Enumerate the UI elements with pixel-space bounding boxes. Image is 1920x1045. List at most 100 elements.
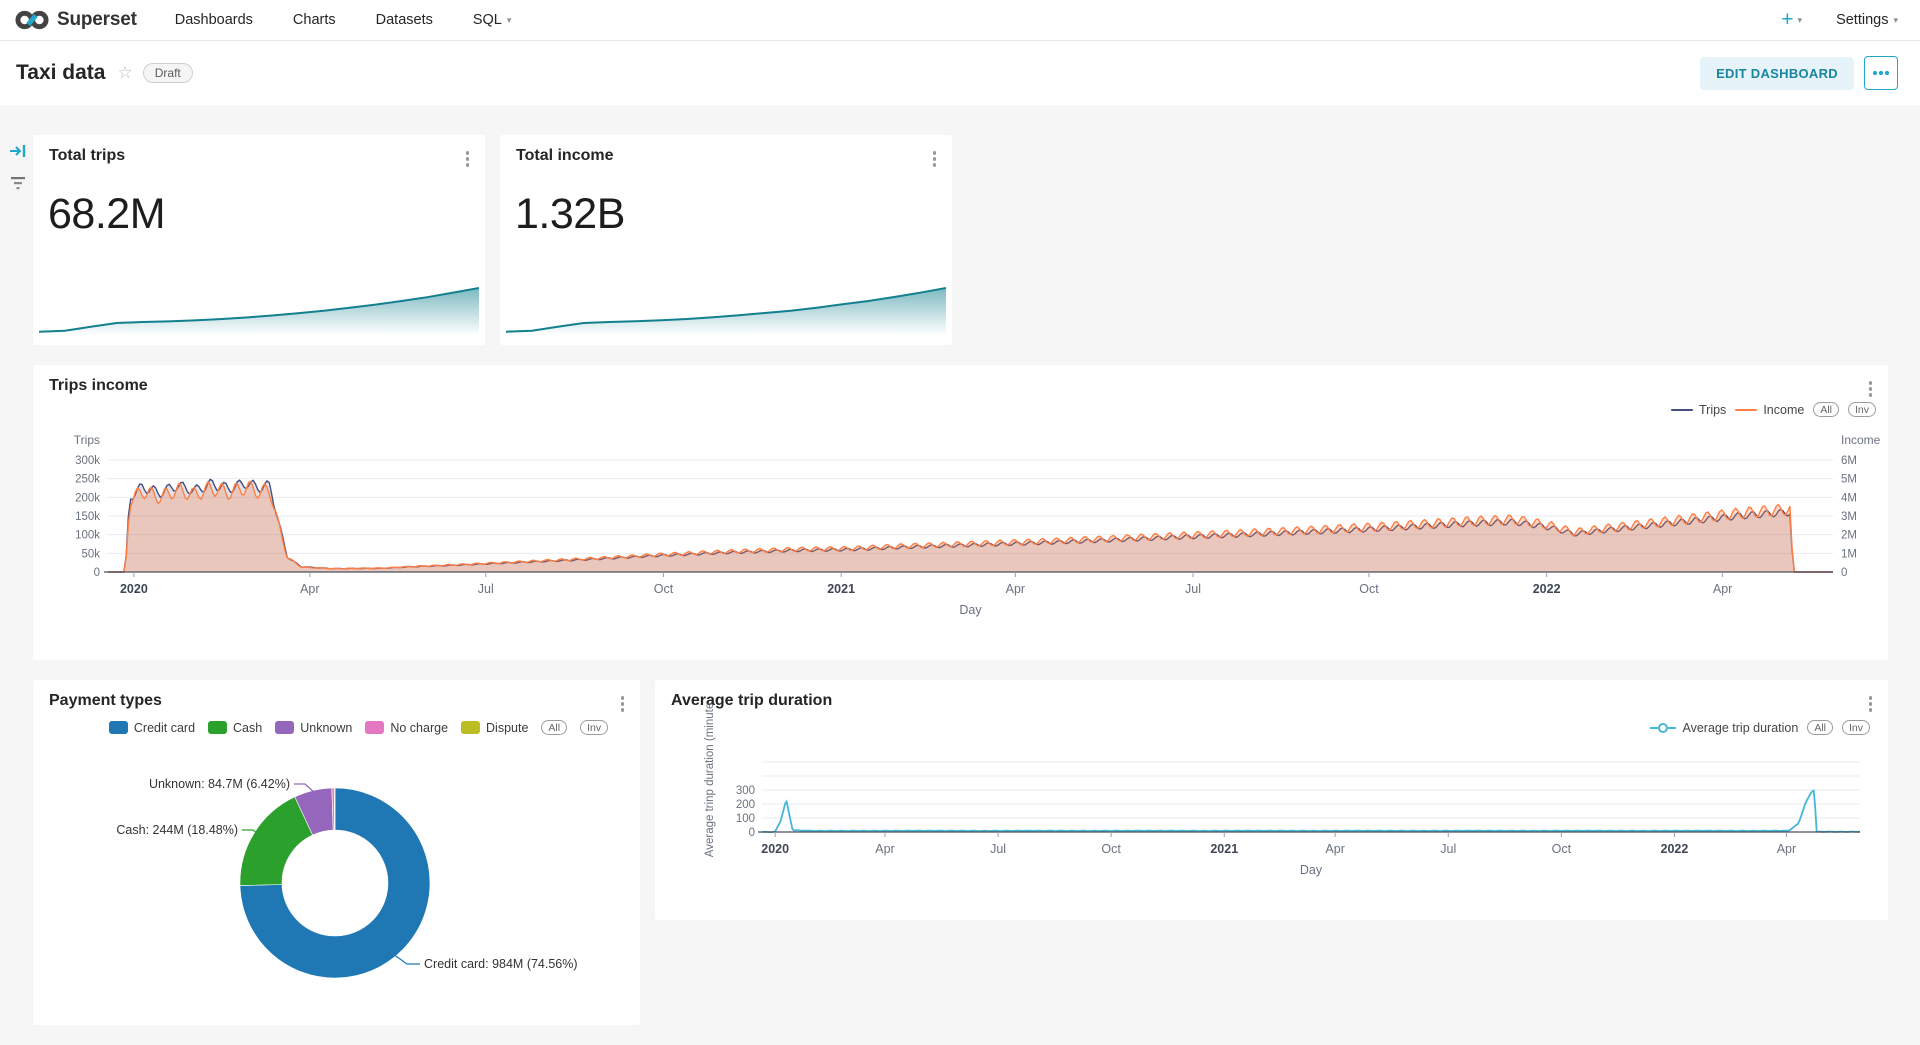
dispute-swatch <box>461 721 480 734</box>
filter-icon[interactable] <box>10 175 26 191</box>
chevron-down-icon: ▾ <box>507 15 512 26</box>
svg-text:2021: 2021 <box>827 582 855 596</box>
nav-datasets[interactable]: Datasets <box>376 12 433 28</box>
legend-item-dispute[interactable]: Dispute <box>461 721 528 735</box>
svg-text:4M: 4M <box>1841 492 1857 504</box>
svg-text:2020: 2020 <box>120 582 148 596</box>
payment-types-legend: Credit card Cash Unknown No charge Dispu… <box>91 720 626 735</box>
legend-label: Cash <box>233 721 262 735</box>
legend-label: Unknown <box>300 721 352 735</box>
svg-text:Day: Day <box>1300 863 1323 877</box>
legend-label: Dispute <box>486 721 528 735</box>
page-title: Taxi data <box>16 61 105 85</box>
card-title: Total income <box>516 147 614 165</box>
svg-text:100: 100 <box>736 813 755 825</box>
svg-text:1M: 1M <box>1841 548 1857 560</box>
credit-card-swatch <box>109 721 128 734</box>
chart-menu-button[interactable] <box>460 147 476 171</box>
status-badge: Draft <box>143 63 193 83</box>
plus-icon: + <box>1781 8 1793 32</box>
brand-name: Superset <box>57 9 137 31</box>
card-trips-income: Trips income Trips Income All Inv 0050k1… <box>33 365 1888 660</box>
nav-dashboards[interactable]: Dashboards <box>175 12 253 28</box>
svg-text:6M: 6M <box>1841 455 1857 467</box>
svg-text:Jul: Jul <box>478 582 494 596</box>
chart-menu-button[interactable] <box>927 147 943 171</box>
legend-label: Credit card <box>134 721 195 735</box>
infinity-logo-icon <box>14 9 50 31</box>
superset-logo[interactable]: Superset <box>14 9 137 31</box>
card-title: Payment types <box>49 692 162 710</box>
edit-dashboard-button[interactable]: EDIT DASHBOARD <box>1700 57 1854 90</box>
svg-text:Cash: 244M (18.48%): Cash: 244M (18.48%) <box>116 823 238 837</box>
svg-text:300: 300 <box>736 785 755 797</box>
svg-text:Apr: Apr <box>1713 582 1732 596</box>
new-item-button[interactable]: + ▾ <box>1781 8 1802 32</box>
svg-text:Unknown: 84.7M (6.42%): Unknown: 84.7M (6.42%) <box>149 777 290 791</box>
svg-text:0: 0 <box>1841 567 1847 579</box>
nav-sql-label: SQL <box>473 12 502 28</box>
svg-text:2021: 2021 <box>1210 842 1238 856</box>
settings-label: Settings <box>1836 12 1888 28</box>
nav-charts[interactable]: Charts <box>293 12 336 28</box>
svg-text:Trips: Trips <box>74 433 100 447</box>
svg-text:5M: 5M <box>1841 474 1857 486</box>
card-payment-types: Payment types Credit card Cash Unknown N… <box>33 680 640 1025</box>
svg-text:250k: 250k <box>75 474 100 486</box>
legend-all-button[interactable]: All <box>541 720 567 735</box>
svg-text:2022: 2022 <box>1661 842 1689 856</box>
chart-menu-button[interactable] <box>615 692 631 716</box>
filter-rail <box>6 143 30 191</box>
svg-text:Apr: Apr <box>1325 842 1344 856</box>
payment-types-donut: Unknown: 84.7M (6.42%) Cash: 244M (18.48%… <box>33 742 640 1030</box>
svg-text:Apr: Apr <box>875 842 894 856</box>
svg-text:200k: 200k <box>75 492 100 504</box>
unknown-swatch <box>275 721 294 734</box>
svg-text:3M: 3M <box>1841 511 1857 523</box>
svg-text:Apr: Apr <box>1006 582 1025 596</box>
dashboard-actions-button[interactable] <box>1864 56 1898 90</box>
svg-text:Jul: Jul <box>990 842 1006 856</box>
cash-swatch <box>208 721 227 734</box>
svg-text:Jul: Jul <box>1185 582 1201 596</box>
svg-text:Day: Day <box>959 603 982 617</box>
svg-text:Average trinp duration (minute: Average trinp duration (minute <box>704 703 716 858</box>
svg-text:100k: 100k <box>75 530 100 542</box>
svg-text:Oct: Oct <box>654 582 674 596</box>
navbar: Superset Dashboards Charts Datasets SQL … <box>0 0 1920 41</box>
total-trips-sparkline <box>39 283 479 340</box>
superset-dashboard: Superset Dashboards Charts Datasets SQL … <box>0 0 1920 1045</box>
legend-inv-button[interactable]: Inv <box>580 720 608 735</box>
legend-item-no-charge[interactable]: No charge <box>365 721 448 735</box>
dashboard-content: Total trips 68.2M Total income 1.32B Tri… <box>0 105 1920 1045</box>
ellipsis-icon <box>1873 71 1877 75</box>
svg-text:0: 0 <box>94 567 100 579</box>
svg-text:Oct: Oct <box>1101 842 1121 856</box>
big-number-value: 68.2M <box>48 190 165 239</box>
settings-menu[interactable]: Settings ▾ <box>1836 12 1898 28</box>
svg-text:0: 0 <box>749 827 755 839</box>
favorite-star-icon[interactable]: ☆ <box>117 63 132 83</box>
svg-text:Oct: Oct <box>1552 842 1572 856</box>
trips-income-chart: 0050k1M100k2M150k3M200k4M250k5M300k6MTri… <box>33 365 1888 665</box>
big-number-value: 1.32B <box>515 190 625 239</box>
no-charge-swatch <box>365 721 384 734</box>
nav-sql[interactable]: SQL ▾ <box>473 12 512 28</box>
legend-item-unknown[interactable]: Unknown <box>275 721 352 735</box>
card-total-trips: Total trips 68.2M <box>33 135 485 345</box>
dashboard-titlebar: Taxi data ☆ Draft EDIT DASHBOARD <box>0 41 1920 105</box>
svg-text:2022: 2022 <box>1533 582 1561 596</box>
svg-text:50k: 50k <box>81 548 100 560</box>
svg-text:Income: Income <box>1841 433 1881 447</box>
svg-text:Jul: Jul <box>1440 842 1456 856</box>
legend-item-cash[interactable]: Cash <box>208 721 262 735</box>
svg-text:2020: 2020 <box>761 842 789 856</box>
svg-text:Apr: Apr <box>300 582 319 596</box>
svg-text:150k: 150k <box>75 511 100 523</box>
expand-filter-bar-icon[interactable] <box>9 143 27 159</box>
svg-text:Oct: Oct <box>1359 582 1379 596</box>
total-income-sparkline <box>506 283 946 340</box>
svg-text:2M: 2M <box>1841 530 1857 542</box>
legend-item-credit-card[interactable]: Credit card <box>109 721 195 735</box>
chevron-down-icon: ▾ <box>1893 15 1898 26</box>
